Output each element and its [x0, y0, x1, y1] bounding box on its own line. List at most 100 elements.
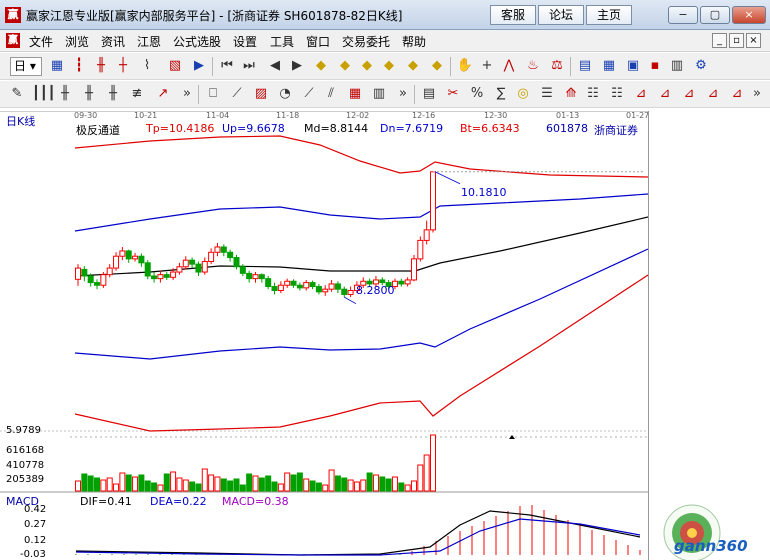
bracket-icon[interactable]: ⎕ [204, 85, 222, 103]
gann-square-icon[interactable]: ◎ [514, 85, 532, 103]
menu-news[interactable]: 资讯 [101, 33, 125, 50]
menu-formula-select[interactable]: 公式选股 [173, 33, 221, 50]
more-tools-icon[interactable]: » [178, 85, 196, 103]
pen-icon[interactable]: ✎ [8, 85, 26, 103]
channel-icon[interactable]: ⫽ [322, 85, 340, 103]
zoom-out-icon[interactable]: ◆ [336, 57, 354, 75]
extend-icon[interactable]: ⊿ [656, 85, 674, 103]
candle-body [315, 286, 322, 293]
vertical-lines-icon[interactable]: ┃┃┃ [32, 85, 55, 103]
period-select[interactable]: 日 ▾ [10, 57, 42, 76]
shrink-icon[interactable]: ◆ [428, 57, 446, 75]
date-tick: 01-13 [556, 111, 580, 120]
cycle-icon[interactable]: ⟰ [562, 85, 580, 103]
table-icon[interactable]: ▤ [420, 85, 438, 103]
minimize-button[interactable]: − [668, 6, 698, 24]
crosshair-icon[interactable]: + [478, 57, 496, 75]
menu-help[interactable]: 帮助 [402, 33, 426, 50]
menu-window[interactable]: 窗口 [306, 33, 330, 50]
parallel-lines-icon[interactable]: ≢ [128, 85, 146, 103]
volume-bar [170, 471, 177, 492]
chart-view-icon[interactable]: ▦ [48, 57, 66, 75]
volume-bar [398, 482, 405, 492]
period-lines-icon[interactable]: ╫ [104, 85, 122, 103]
scroll-right-icon[interactable]: ▶ [288, 57, 306, 75]
mdi-close-button[interactable]: × [746, 33, 761, 48]
print-icon[interactable]: ▥ [668, 57, 686, 75]
low-annotation-line [344, 296, 357, 305]
kline-chart[interactable] [0, 111, 648, 560]
level-icon[interactable]: ☰ [538, 85, 556, 103]
homepage-link[interactable]: 主页 [586, 5, 632, 25]
toolbar-more-icon[interactable]: » [748, 85, 766, 103]
candle-body [132, 255, 139, 260]
chart-area[interactable]: 日K线 09-30 10-21 11-04 11-18 12-02 12-16 … [0, 111, 770, 560]
time-zone-icon[interactable]: ☷ [608, 85, 626, 103]
zigzag-icon[interactable]: ⋀ [500, 57, 518, 75]
formula-icon[interactable]: ♨ [524, 57, 542, 75]
candle-body [233, 257, 240, 268]
maximize-button[interactable]: ▢ [700, 6, 730, 24]
mdi-restore-button[interactable]: ▫ [729, 33, 744, 48]
date-tick: 11-18 [276, 111, 300, 120]
customer-service-link[interactable]: 客服 [490, 5, 536, 25]
candle-body [284, 280, 291, 286]
spiral-icon[interactable]: ⊿ [680, 85, 698, 103]
hand-tool-icon[interactable]: ✋ [456, 57, 474, 75]
scroll-left-icon[interactable]: ◀ [266, 57, 284, 75]
candle-body [296, 284, 303, 289]
volume-bar [176, 477, 183, 492]
projection-icon[interactable]: ⊿ [728, 85, 746, 103]
percent-icon[interactable]: % [468, 85, 486, 103]
save-icon[interactable]: ▪ [646, 57, 664, 75]
close-button[interactable]: × [732, 6, 766, 24]
fib-icon[interactable]: ☷ [584, 85, 602, 103]
first-page-icon[interactable]: ⏮ [218, 57, 236, 75]
arrow-tool-icon[interactable]: ↗ [154, 85, 172, 103]
circle-tool-icon[interactable]: ◔ [276, 85, 294, 103]
sum-icon[interactable]: ∑ [492, 85, 510, 103]
zoom-in-icon[interactable]: ◆ [312, 57, 330, 75]
line-chart-icon[interactable]: ⌇ [138, 57, 156, 75]
mdi-minimize-button[interactable]: _ [712, 33, 727, 48]
box-tool-icon[interactable]: ▥ [370, 85, 388, 103]
volume-bar [271, 481, 278, 492]
volume-bar [309, 480, 316, 492]
move-up-icon[interactable]: ◆ [358, 57, 376, 75]
trendline-icon[interactable]: ⟋ [300, 85, 318, 103]
flag-icon[interactable]: ▶ [190, 57, 208, 75]
menu-settings[interactable]: 设置 [233, 33, 257, 50]
fan-lines-icon[interactable]: ╫ [56, 85, 74, 103]
date-tick: 11-04 [206, 111, 230, 120]
settings-icon[interactable]: ⚙ [692, 57, 710, 75]
ohlc-icon[interactable]: ┼ [114, 57, 132, 75]
grid-tool-icon[interactable]: ▦ [346, 85, 364, 103]
bar-style-icon[interactable]: ╫ [92, 57, 110, 75]
fib-fan-icon[interactable]: ⟋ [228, 85, 246, 103]
last-page-icon[interactable]: ⏭ [240, 57, 258, 75]
calculator-icon[interactable]: ▦ [600, 57, 618, 75]
compare-icon[interactable]: ⚖ [548, 57, 566, 75]
menu-trade[interactable]: 交易委托 [342, 33, 390, 50]
screen-icon[interactable]: ▣ [624, 57, 642, 75]
calendar-icon[interactable]: ▤ [576, 57, 594, 75]
move-down-icon[interactable]: ◆ [380, 57, 398, 75]
menu-gann[interactable]: 江恩 [137, 33, 161, 50]
angle-icon[interactable]: ⊿ [632, 85, 650, 103]
forum-link[interactable]: 论坛 [538, 5, 584, 25]
candle-body [157, 274, 164, 280]
rect-tool-icon[interactable]: ▨ [252, 85, 270, 103]
menu-file[interactable]: 文件 [29, 33, 53, 50]
date-tick: 12-30 [484, 111, 508, 120]
candle-body [265, 278, 272, 288]
rotate-icon[interactable]: ⊿ [704, 85, 722, 103]
menu-tools[interactable]: 工具 [270, 33, 294, 50]
tp-band [74, 135, 648, 178]
candle-style-icon[interactable]: ┇ [70, 57, 88, 75]
gann-lines-icon[interactable]: ╫ [80, 85, 98, 103]
more-drawing-icon[interactable]: » [394, 85, 412, 103]
expand-icon[interactable]: ◆ [404, 57, 422, 75]
split-icon[interactable]: ✂ [444, 85, 462, 103]
overlay-icon[interactable]: ▧ [166, 57, 184, 75]
menu-browse[interactable]: 浏览 [65, 33, 89, 50]
